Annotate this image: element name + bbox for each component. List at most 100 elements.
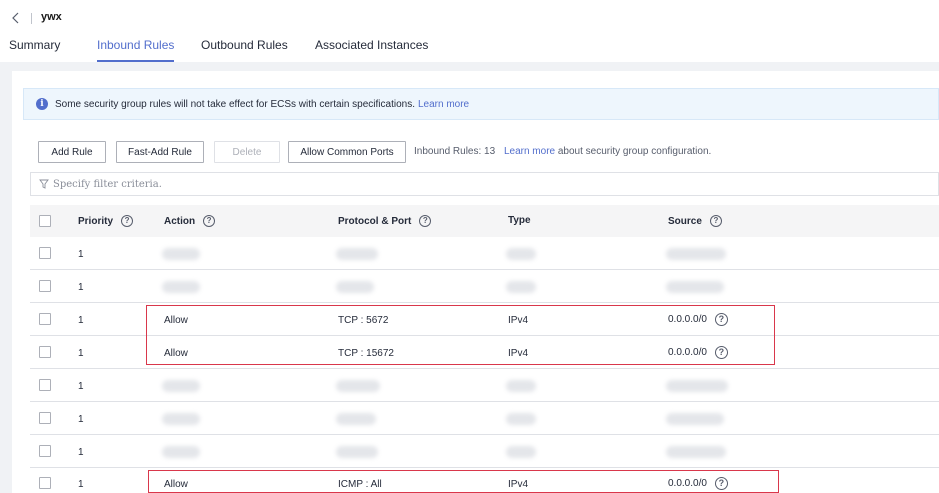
help-icon[interactable]: ?: [419, 215, 432, 227]
redacted-protocol: [336, 446, 378, 458]
priority-cell: 1: [78, 381, 84, 392]
source-value: 0.0.0.0/0: [668, 347, 707, 358]
notice-text: Some security group rules will not take …: [55, 98, 415, 110]
column-label: Protocol & Port: [338, 215, 412, 227]
redacted-protocol: [336, 380, 380, 392]
inbound-rules-count: Inbound Rules: 13: [414, 146, 496, 157]
table-header: Priority ? Action ? Protocol & Port ? Ty…: [30, 205, 939, 237]
row-checkbox[interactable]: [39, 313, 51, 325]
type-cell: IPv4: [508, 348, 529, 359]
redacted-source: [666, 248, 726, 260]
priority-cell: 1: [78, 479, 84, 490]
tab-outbound-rules[interactable]: Outbound Rules: [201, 38, 288, 62]
page-title: ywx: [41, 11, 62, 23]
filter-bar[interactable]: [30, 172, 939, 196]
help-icon[interactable]: ?: [714, 477, 728, 490]
learn-more-link[interactable]: Learn more: [504, 146, 555, 157]
redacted-action: [162, 413, 200, 425]
source-value: 0.0.0.0/0: [668, 478, 707, 489]
redacted-action: [162, 380, 200, 392]
notice-learn-more-link[interactable]: Learn more: [418, 99, 469, 110]
row-checkbox[interactable]: [39, 412, 51, 424]
type-cell: IPv4: [508, 479, 529, 490]
action-cell: Allow: [164, 315, 188, 326]
tab-inbound-rules[interactable]: Inbound Rules: [97, 38, 175, 62]
table-row: 1 Allow TCP : 5672 IPv4 0.0.0.0/0 ?: [30, 303, 939, 336]
tab-summary[interactable]: Summary: [9, 38, 60, 62]
delete-button: Delete: [214, 141, 280, 163]
add-rule-button[interactable]: Add Rule: [38, 141, 106, 163]
help-icon[interactable]: ?: [714, 313, 728, 326]
priority-cell: 1: [78, 414, 84, 425]
redacted-action: [162, 446, 200, 458]
source-cell: 0.0.0.0/0 ?: [668, 313, 728, 326]
help-icon[interactable]: ?: [203, 215, 216, 227]
table-row: 1: [30, 435, 939, 468]
row-checkbox[interactable]: [39, 346, 51, 358]
source-cell: 0.0.0.0/0 ?: [668, 477, 728, 490]
redacted-protocol: [336, 413, 376, 425]
learn-more-suffix: about security group configuration.: [557, 146, 712, 157]
back-icon[interactable]: [10, 11, 20, 25]
protocol-port-cell: TCP : 15672: [338, 348, 394, 359]
column-type: Type: [508, 215, 531, 226]
help-icon[interactable]: ?: [121, 215, 134, 227]
redacted-type: [506, 380, 536, 392]
info-icon: i: [36, 98, 48, 110]
help-icon[interactable]: ?: [714, 346, 728, 359]
rules-count-text: Inbound Rules: 13 Learn more about secur…: [414, 146, 711, 157]
allow-common-ports-button[interactable]: Allow Common Ports: [288, 141, 406, 163]
row-checkbox[interactable]: [39, 379, 51, 391]
source-value: 0.0.0.0/0: [668, 314, 707, 325]
help-icon[interactable]: ?: [709, 215, 722, 227]
priority-cell: 1: [78, 282, 84, 293]
redacted-action: [162, 281, 200, 293]
redacted-action: [162, 248, 200, 260]
table-row: 1: [30, 237, 939, 270]
priority-cell: 1: [78, 348, 84, 359]
column-action: Action ?: [164, 215, 216, 227]
fast-add-rule-button[interactable]: Fast-Add Rule: [116, 141, 204, 163]
column-label: Type: [508, 215, 531, 226]
info-notice: i Some security group rules will not tak…: [23, 88, 939, 120]
table-row: 1: [30, 402, 939, 435]
tab-associated-instances[interactable]: Associated Instances: [315, 38, 428, 62]
select-all-checkbox[interactable]: [39, 215, 51, 227]
priority-cell: 1: [78, 315, 84, 326]
protocol-port-cell: ICMP : All: [338, 479, 382, 490]
row-checkbox[interactable]: [39, 477, 51, 489]
redacted-type: [506, 281, 536, 293]
row-checkbox[interactable]: [39, 280, 51, 292]
type-cell: IPv4: [508, 315, 529, 326]
column-label: Source: [668, 215, 702, 227]
table-row: 1 Allow ICMP : All IPv4 0.0.0.0/0 ?: [30, 468, 939, 493]
column-protocol-port: Protocol & Port ?: [338, 215, 432, 227]
priority-cell: 1: [78, 249, 84, 260]
protocol-port-cell: TCP : 5672: [338, 315, 389, 326]
redacted-source: [666, 413, 724, 425]
table-row: 1: [30, 270, 939, 303]
redacted-source: [666, 446, 726, 458]
row-checkbox[interactable]: [39, 445, 51, 457]
table-row: 1: [30, 369, 939, 402]
header-divider: [31, 13, 32, 24]
redacted-source: [666, 380, 728, 392]
column-priority: Priority ?: [78, 215, 134, 227]
priority-cell: 1: [78, 447, 84, 458]
column-label: Priority: [78, 215, 114, 227]
redacted-protocol: [336, 248, 378, 260]
source-cell: 0.0.0.0/0 ?: [668, 346, 728, 359]
row-checkbox[interactable]: [39, 247, 51, 259]
filter-icon: [39, 179, 49, 189]
filter-input[interactable]: [53, 178, 653, 190]
redacted-type: [506, 446, 536, 458]
column-source: Source ?: [668, 215, 722, 227]
table-row: 1 Allow TCP : 15672 IPv4 0.0.0.0/0 ?: [30, 336, 939, 369]
action-cell: Allow: [164, 348, 188, 359]
redacted-type: [506, 248, 536, 260]
action-cell: Allow: [164, 479, 188, 490]
redacted-source: [666, 281, 724, 293]
redacted-protocol: [336, 281, 374, 293]
column-label: Action: [164, 215, 196, 227]
redacted-type: [506, 413, 536, 425]
